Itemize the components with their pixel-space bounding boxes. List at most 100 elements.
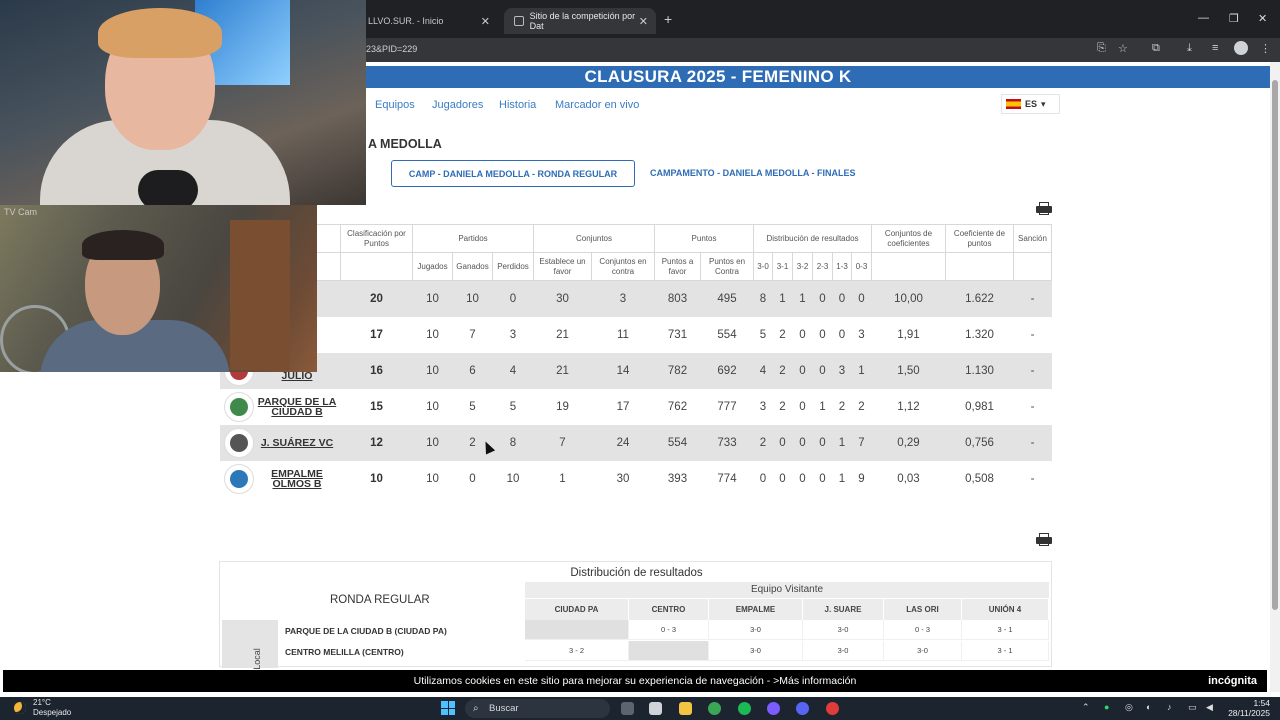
- media-icon[interactable]: ≡: [1212, 42, 1218, 54]
- weather-widget[interactable]: 21°C Despejado: [33, 698, 71, 718]
- close-tab-icon[interactable]: ✕: [481, 15, 490, 28]
- taskbar-search[interactable]: ⌕ Buscar: [465, 699, 610, 718]
- close-tab-icon[interactable]: ✕: [639, 15, 648, 28]
- menu-kebab-icon[interactable]: ⋮: [1260, 42, 1271, 55]
- stat-cell-pp: 0: [492, 280, 534, 317]
- points-cell: 20: [340, 280, 413, 317]
- header-pts-favor: Puntos a favor: [654, 252, 701, 281]
- header-d03: 0-3: [851, 252, 872, 281]
- nav-marcador[interactable]: Marcador en vivo: [555, 99, 639, 111]
- webcam-overlay-1: [0, 0, 366, 205]
- stat-cell-d13: 1: [832, 424, 852, 461]
- header-blank: [871, 252, 946, 281]
- nav-equipos[interactable]: Equipos: [375, 99, 415, 111]
- download-icon[interactable]: ⤓: [1187, 42, 1192, 55]
- close-window-icon[interactable]: ✕: [1258, 12, 1267, 25]
- language-selector[interactable]: ES ▾: [1001, 94, 1060, 114]
- stat-cell-d23: 0: [819, 472, 826, 485]
- phase-regular-button[interactable]: CAMP - DANIELA MEDOLLA - RONDA REGULAR: [391, 160, 635, 187]
- stat-cell-ptc: 774: [717, 472, 737, 485]
- volume-icon[interactable]: ◀: [1206, 702, 1213, 713]
- stat-cell-san: -: [1013, 352, 1052, 389]
- tray-chevron-icon[interactable]: ⌃: [1082, 702, 1090, 713]
- restore-icon[interactable]: ❐: [1229, 12, 1239, 25]
- stat-cell-d23: 1: [819, 400, 826, 413]
- url-field[interactable]: 23&PID=229: [366, 44, 417, 54]
- file-explorer-icon[interactable]: [679, 702, 692, 715]
- team-logo-icon: [223, 427, 254, 458]
- new-tab-icon[interactable]: +: [664, 11, 672, 27]
- stat-cell-d31: 2: [779, 328, 786, 341]
- bookmark-star-icon[interactable]: ☆: [1118, 42, 1128, 55]
- stat-cell-ptf: 782: [654, 352, 701, 389]
- matrix-result-cell: 3-0: [709, 620, 803, 640]
- matrix-column-header: J. SUARE: [803, 599, 884, 620]
- windows-start-icon[interactable]: [441, 701, 455, 715]
- banner-title: CLAUSURA 2025 - FEMENINO K: [584, 67, 852, 86]
- cookie-text[interactable]: Utilizamos cookies en este sitio para me…: [414, 675, 857, 687]
- stat-cell-pj: 10: [426, 472, 439, 485]
- stat-cell-sc: 14: [591, 352, 655, 389]
- stat-cell-d30: 8: [753, 280, 773, 317]
- tray-icon[interactable]: ◐: [1146, 702, 1151, 712]
- stat-cell-cp: 0,981: [965, 400, 994, 413]
- profile-avatar[interactable]: [1234, 41, 1248, 55]
- browser-tab[interactable]: LLVO.SUR. - Inicio ✕: [358, 8, 498, 34]
- app-icon[interactable]: [649, 702, 662, 715]
- stat-cell-cp: 0,508: [965, 472, 994, 485]
- print-icon[interactable]: [1036, 202, 1052, 215]
- stat-cell-cc: 1,12: [897, 400, 920, 413]
- stat-cell-d23: 0: [812, 352, 833, 389]
- table-row: J. SUÁREZ VC 12 10 2 8 7 24 554 733 2 0 0 0 1 7 0,29 0,…: [219, 424, 1052, 461]
- stat-cell-sc: 3: [591, 280, 655, 317]
- person-hair: [98, 8, 222, 58]
- mic-icon[interactable]: ♪: [1167, 702, 1172, 712]
- table-row: EMPALME OLMOS B 10 10 0 10 1 30 393 774 0 0 0 0 1 9 0,0…: [220, 461, 1052, 497]
- minimize-icon[interactable]: —: [1198, 12, 1209, 24]
- spotify-icon[interactable]: [738, 702, 751, 715]
- language-code: ES: [1025, 99, 1038, 109]
- nav-jugadores[interactable]: Jugadores: [432, 99, 483, 111]
- team-name-link[interactable]: EMPALME OLMOS B: [254, 468, 341, 489]
- standings-body: …O…A 201010030380349581100010,001.622- ……: [219, 280, 1052, 497]
- matrix-result-cell: 3-0: [709, 641, 803, 661]
- extensions-icon[interactable]: ⧉: [1152, 42, 1160, 55]
- print-icon[interactable]: [1036, 533, 1052, 546]
- door-background: [230, 220, 290, 370]
- browser-tab-active[interactable]: Sitio de la competición por Dat ✕: [504, 8, 656, 34]
- table-row: …NAS 17107321117315545200031,911.320-: [220, 317, 1052, 353]
- phase-finales-link[interactable]: CAMPAMENTO - DANIELA MEDOLLA - FINALES: [650, 168, 856, 178]
- network-icon[interactable]: ▭: [1188, 702, 1197, 713]
- task-view-icon[interactable]: [621, 702, 634, 715]
- app-icon[interactable]: [826, 702, 839, 715]
- matrix-result-cell: 0 - 3: [629, 620, 709, 640]
- stat-cell-d31: 0: [779, 472, 786, 485]
- stat-cell-pp: 10: [506, 472, 520, 485]
- header-blank: [340, 252, 413, 281]
- scrollbar-thumb[interactable]: [1272, 80, 1278, 610]
- team-name-link[interactable]: J. SUÁREZ VC: [254, 437, 341, 448]
- system-clock[interactable]: 1:54 28/11/2025: [1222, 698, 1270, 718]
- tray-status-icon[interactable]: ●: [1104, 702, 1109, 712]
- weather-moon-icon[interactable]: [14, 702, 26, 714]
- team-cell: PARQUE DE LA CIUDAD B: [220, 389, 341, 425]
- stat-cell-pg: 6: [452, 352, 493, 389]
- table-row: …O…A 201010030380349581100010,001.622-: [219, 280, 1052, 317]
- team-name-link[interactable]: PARQUE DE LA CIUDAD B: [254, 396, 341, 417]
- app-icon[interactable]: [767, 702, 780, 715]
- tray-icon[interactable]: ◎: [1125, 702, 1133, 713]
- table-row: PARQUE DE LA CIUDAD B 15 10 5 5 19 17 762 777 3 2 0…: [220, 389, 1052, 425]
- page-scrollbar[interactable]: [1270, 62, 1280, 692]
- discord-icon[interactable]: [796, 702, 809, 715]
- taskbar: 21°C Despejado ⌕ Buscar ⌃ ● ◎ ◐ ♪ ▭ ◀ 1:…: [0, 697, 1280, 720]
- stat-cell-ptc: 495: [700, 280, 754, 317]
- header-d30: 3-0: [753, 252, 773, 281]
- results-matrix: Distribución de resultados RONDA REGULAR…: [219, 561, 1052, 670]
- stat-cell-san: -: [1013, 280, 1052, 317]
- tab-title: Sitio de la competición por Dat: [529, 11, 636, 31]
- translate-icon[interactable]: ⎘: [1097, 42, 1106, 55]
- stat-cell-d03: 1: [851, 352, 872, 389]
- matrix-row-team: CENTRO MELILLA (CENTRO): [285, 646, 404, 657]
- nav-historia[interactable]: Historia: [499, 99, 536, 111]
- chrome-icon[interactable]: [708, 702, 721, 715]
